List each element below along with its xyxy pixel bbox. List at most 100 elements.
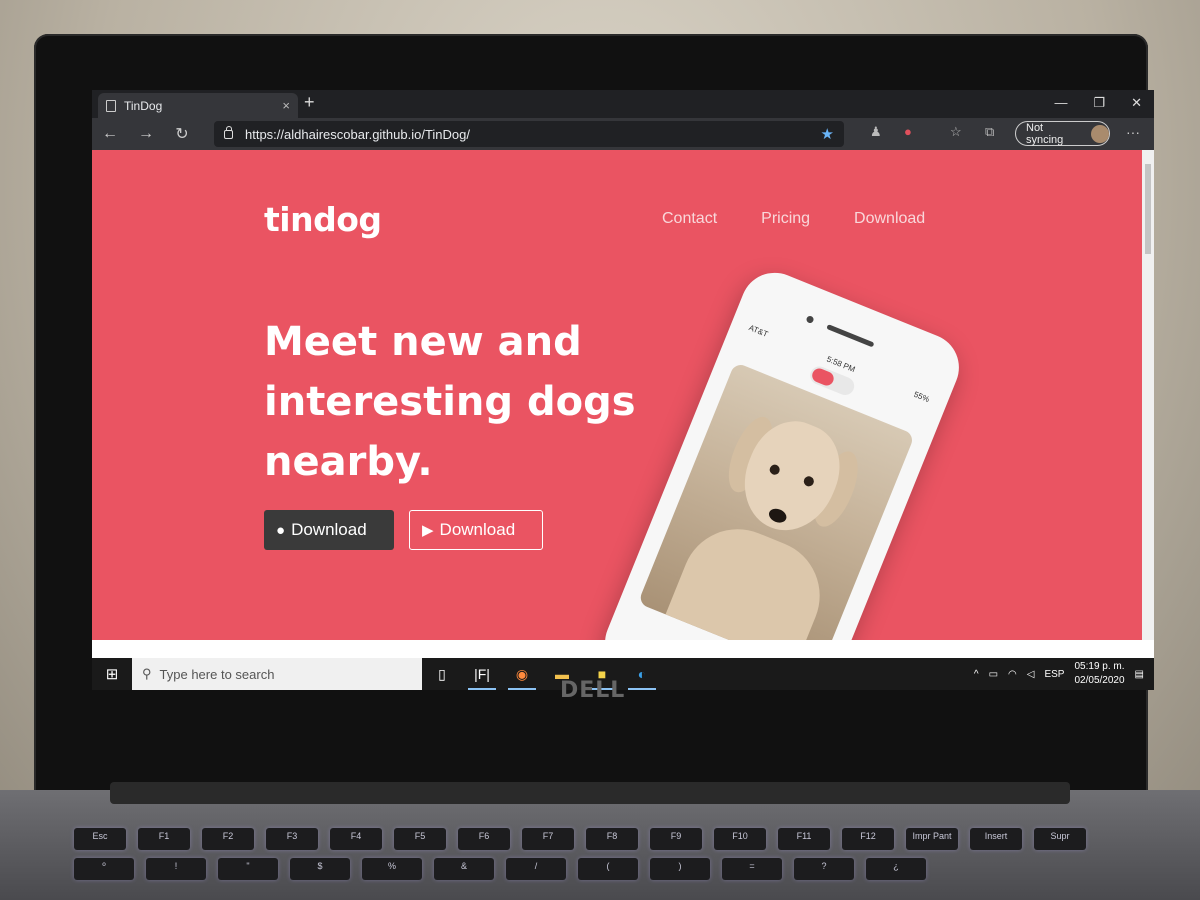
keyboard-key: ): [650, 858, 710, 880]
laptop-lid: TinDog × + — ❐ ✕ ← → ↻ https://aldhaires…: [34, 34, 1154, 804]
task-view-icon[interactable]: ▯: [422, 658, 462, 690]
keyboard-row-numbers: º! " $% & / () =? ¿: [74, 858, 1134, 880]
apple-download-label: Download: [291, 520, 367, 539]
taskbar-search[interactable]: ⚲ Type here to search: [132, 658, 422, 690]
forward-button[interactable]: →: [128, 125, 164, 143]
tab-title: TinDog: [124, 98, 163, 113]
wifi-icon[interactable]: ◠: [1008, 669, 1017, 680]
keyboard-key: F9: [650, 828, 702, 850]
nav-download[interactable]: Download: [854, 210, 925, 228]
back-button[interactable]: ←: [92, 125, 128, 143]
phone-battery: 55%: [912, 389, 931, 405]
keyboard-key: %: [362, 858, 422, 880]
google-play-download-button[interactable]: ▶ Download: [409, 510, 543, 550]
url-text: https://aldhairescobar.github.io/TinDog/: [245, 126, 470, 142]
minimize-button[interactable]: —: [1054, 95, 1067, 111]
phone-speaker: [826, 324, 875, 348]
window-controls: — ❐ ✕: [1054, 95, 1142, 111]
sync-button[interactable]: Not syncing: [1015, 121, 1110, 146]
phone-camera: [805, 314, 815, 325]
favorites-list-icon[interactable]: ☆: [950, 124, 962, 140]
apple-download-button[interactable]: ● Download: [264, 510, 394, 550]
record-extension-icon[interactable]: ●: [904, 124, 912, 139]
keyboard-key: /: [506, 858, 566, 880]
keyboard-key: F2: [202, 828, 254, 850]
screen: TinDog × + — ❐ ✕ ← → ↻ https://aldhaires…: [92, 90, 1154, 690]
maximize-button[interactable]: ❐: [1093, 95, 1105, 111]
favorite-star-icon[interactable]: ★: [821, 125, 834, 143]
keyboard-key: $: [290, 858, 350, 880]
nav-pricing[interactable]: Pricing: [761, 210, 810, 228]
scrollbar-thumb[interactable]: [1145, 164, 1151, 254]
notifications-icon[interactable]: ▤: [1135, 669, 1144, 680]
page-scrollbar[interactable]: [1142, 150, 1154, 640]
keyboard-key: (: [578, 858, 638, 880]
hero-headline: Meet new and interesting dogs nearby.: [264, 319, 636, 485]
language-indicator[interactable]: ESP: [1044, 669, 1064, 680]
tab-bar: TinDog × + — ❐ ✕: [92, 90, 1154, 118]
dog-body: [654, 512, 837, 640]
search-placeholder: Type here to search: [159, 666, 275, 682]
keyboard-key: º: [74, 858, 134, 880]
laptop-hinge: [110, 782, 1070, 804]
close-tab-icon[interactable]: ×: [282, 98, 290, 113]
chevron-up-icon[interactable]: ^: [974, 669, 979, 680]
play-store-icon: ▶: [422, 522, 434, 539]
google-download-label: Download: [439, 520, 516, 539]
keyboard-key: F5: [394, 828, 446, 850]
keyboard-key: F8: [586, 828, 638, 850]
app-f-icon[interactable]: |F|: [462, 658, 502, 690]
collections-icon[interactable]: ⧉: [985, 124, 994, 140]
keyboard-key: F3: [266, 828, 318, 850]
lock-icon: [224, 125, 233, 139]
taskbar-clock[interactable]: 05:19 p. m. 02/05/2020: [1074, 660, 1124, 688]
dell-logo: DELL: [560, 678, 626, 703]
search-icon: ⚲: [142, 666, 152, 681]
refresh-button[interactable]: ↻: [164, 124, 200, 144]
keyboard-key: &: [434, 858, 494, 880]
phone-carrier: AT&T: [747, 323, 770, 339]
keyboard-key: Impr Pant: [906, 828, 958, 850]
address-bar[interactable]: https://aldhairescobar.github.io/TinDog/…: [214, 121, 844, 147]
keyboard-key: Insert: [970, 828, 1022, 850]
more-menu-icon[interactable]: ···: [1126, 124, 1140, 140]
keyboard-key: =: [722, 858, 782, 880]
system-tray: ^ ▭ ◠ ◁ ESP 05:19 p. m. 02/05/2020 ▤: [974, 660, 1154, 688]
nav-contact[interactable]: Contact: [662, 210, 717, 228]
keyboard-key: F7: [522, 828, 574, 850]
site-nav: Contact Pricing Download: [662, 210, 925, 228]
dog-photo: [637, 362, 916, 640]
brand-logo[interactable]: tindog: [264, 200, 382, 239]
keyboard-key: F1: [138, 828, 190, 850]
keyboard-key: ¿: [866, 858, 926, 880]
keyboard-key: F4: [330, 828, 382, 850]
apple-icon: ●: [276, 521, 286, 539]
tindog-page: tindog Contact Pricing Download Meet new…: [92, 150, 1142, 640]
volume-icon[interactable]: ◁: [1027, 669, 1035, 680]
keyboard-key: F12: [842, 828, 894, 850]
keyboard-key: !: [146, 858, 206, 880]
keyboard-key: F10: [714, 828, 766, 850]
keyboard-key: Esc: [74, 828, 126, 850]
browser-toolbar: ← → ↻ https://aldhairescobar.github.io/T…: [92, 118, 1154, 150]
clock-time: 05:19 p. m.: [1074, 661, 1125, 672]
avatar: [1091, 124, 1109, 143]
firefox-icon[interactable]: ◉: [502, 658, 542, 690]
windows-start-icon[interactable]: ⊞: [92, 665, 132, 683]
keyboard-key: Supr: [1034, 828, 1086, 850]
keyboard-key: F11: [778, 828, 830, 850]
extension-icon[interactable]: ♟: [870, 124, 882, 140]
close-window-button[interactable]: ✕: [1131, 95, 1142, 111]
new-tab-button[interactable]: +: [304, 92, 315, 113]
clock-date: 02/05/2020: [1074, 675, 1125, 686]
battery-icon[interactable]: ▭: [989, 669, 998, 680]
page-icon: [106, 99, 116, 112]
keyboard-key: ": [218, 858, 278, 880]
keyboard-key: F6: [458, 828, 510, 850]
keyboard-row-function: Esc F1 F2 F3 F4 F5 F6 F7 F8 F9 F10 F11 F12 Impr Pant I…: [74, 828, 1134, 850]
keyboard: Esc F1 F2 F3 F4 F5 F6 F7 F8 F9 F10 F11 F12 Impr Pant I…: [74, 828, 1134, 888]
keyboard-key: ?: [794, 858, 854, 880]
tab-tindog[interactable]: TinDog ×: [98, 93, 298, 118]
edge-icon[interactable]: ◐: [622, 658, 662, 690]
sync-label: Not syncing: [1026, 121, 1064, 146]
